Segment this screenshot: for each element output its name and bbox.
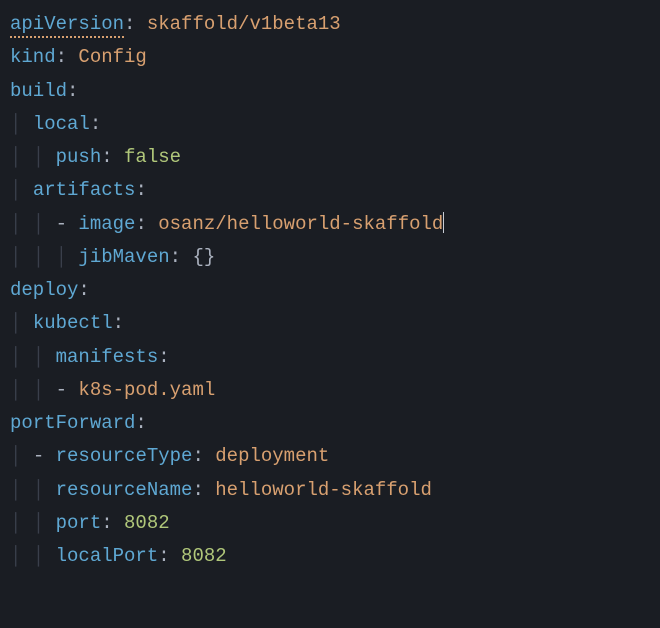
code-line: apiVersion: skaffold/v1beta13 [10, 8, 650, 41]
yaml-key: jibMaven [78, 246, 169, 268]
code-line: deploy: [10, 274, 650, 307]
code-line: │ artifacts: [10, 174, 650, 207]
yaml-key: kubectl [33, 312, 113, 334]
code-line: │ │ - k8s-pod.yaml [10, 374, 650, 407]
yaml-key: portForward [10, 412, 135, 434]
yaml-key: port [56, 512, 102, 534]
indent-guide: │ │ │ [10, 246, 78, 268]
yaml-number: 8082 [124, 512, 170, 534]
yaml-string: deployment [215, 445, 329, 467]
code-line: │ - resourceType: deployment [10, 440, 650, 473]
indent-guide: │ [10, 113, 33, 135]
code-line: │ │ │ jibMaven: {} [10, 241, 650, 274]
yaml-bool: false [124, 146, 181, 168]
code-line: │ │ push: false [10, 141, 650, 174]
code-line: │ │ resourceName: helloworld-skaffold [10, 474, 650, 507]
yaml-string: osanz/helloworld-skaffold [158, 213, 443, 235]
yaml-string: helloworld-skaffold [215, 479, 432, 501]
code-line: │ │ localPort: 8082 [10, 540, 650, 573]
yaml-key: apiVersion [10, 13, 124, 38]
indent-guide: │ │ [10, 545, 56, 567]
code-line: kind: Config [10, 41, 650, 74]
yaml-dash: - [56, 379, 79, 401]
yaml-key: build [10, 80, 67, 102]
yaml-dash: - [56, 213, 79, 235]
yaml-string: k8s-pod.yaml [78, 379, 215, 401]
indent-guide: │ [10, 445, 33, 467]
indent-guide: │ │ [10, 379, 56, 401]
yaml-key: kind [10, 46, 56, 68]
code-line: │ │ port: 8082 [10, 507, 650, 540]
yaml-brace: {} [192, 246, 215, 268]
yaml-key: resourceName [56, 479, 193, 501]
code-line: │ kubectl: [10, 307, 650, 340]
yaml-key: localPort [56, 545, 159, 567]
code-line: │ │ manifests: [10, 341, 650, 374]
yaml-string: Config [78, 46, 146, 68]
code-block: apiVersion: skaffold/v1beta13 kind: Conf… [10, 8, 650, 573]
yaml-dash: - [33, 445, 56, 467]
yaml-key: artifacts [33, 179, 136, 201]
yaml-key: manifests [56, 346, 159, 368]
code-line: build: [10, 75, 650, 108]
indent-guide: │ [10, 312, 33, 334]
yaml-key: deploy [10, 279, 78, 301]
indent-guide: │ │ [10, 479, 56, 501]
code-line: │ local: [10, 108, 650, 141]
indent-guide: │ │ [10, 213, 56, 235]
yaml-string: skaffold/v1beta13 [147, 13, 341, 35]
indent-guide: │ │ [10, 512, 56, 534]
code-line: │ │ - image: osanz/helloworld-skaffold [10, 208, 650, 241]
yaml-key: image [78, 213, 135, 235]
yaml-number: 8082 [181, 545, 227, 567]
yaml-key: resourceType [56, 445, 193, 467]
text-cursor [443, 212, 444, 233]
code-line: portForward: [10, 407, 650, 440]
yaml-key: push [56, 146, 102, 168]
indent-guide: │ [10, 179, 33, 201]
indent-guide: │ │ [10, 346, 56, 368]
yaml-key: local [33, 113, 90, 135]
indent-guide: │ │ [10, 146, 56, 168]
